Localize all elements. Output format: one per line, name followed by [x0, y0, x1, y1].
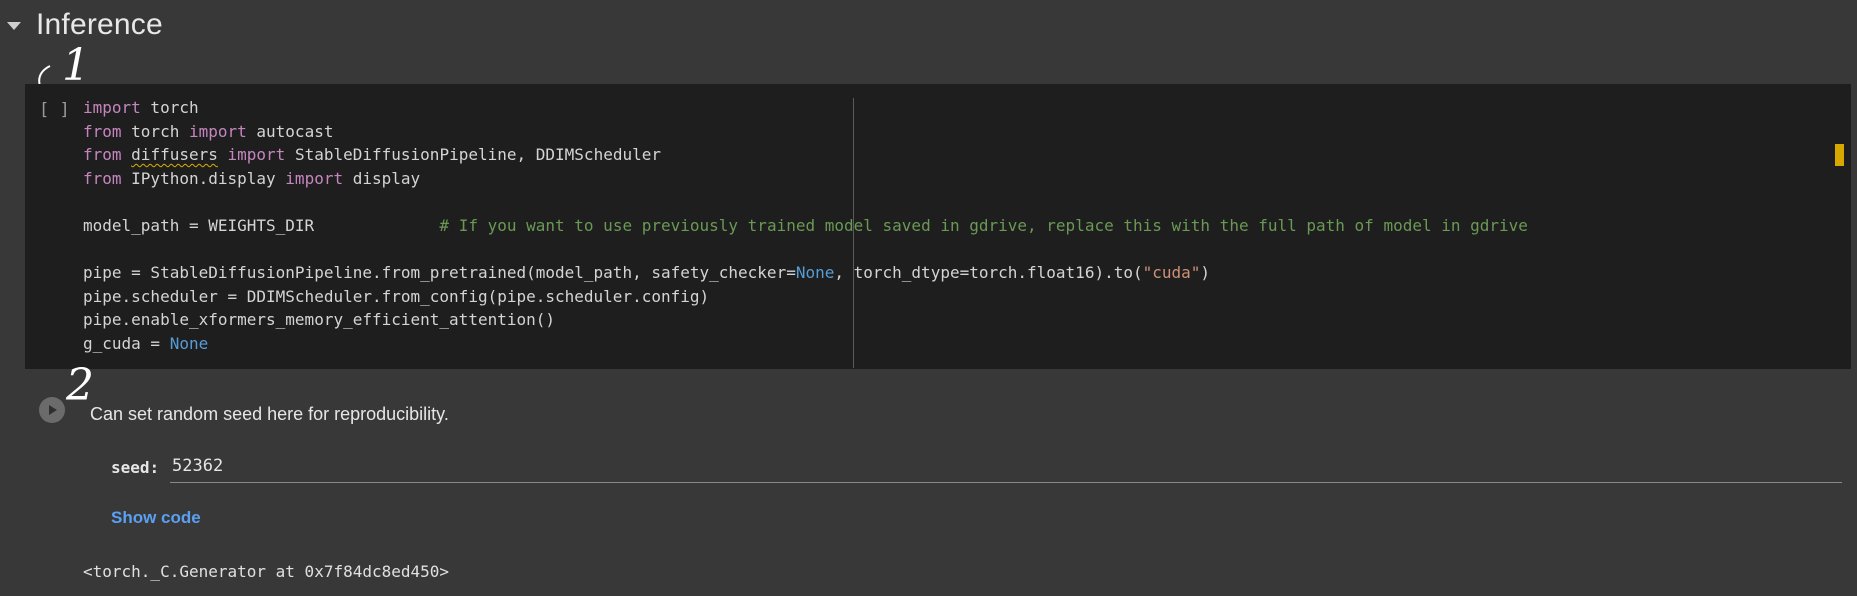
- code-token: ): [1200, 263, 1211, 283]
- code-token: , torch_dtype=torch.float16).to(: [834, 263, 1143, 283]
- code-line: pipe.scheduler = DDIMScheduler.from_conf…: [83, 285, 1823, 309]
- seed-input[interactable]: [170, 450, 1842, 483]
- code-token: diffusers: [131, 145, 218, 165]
- code-token: display: [343, 168, 421, 188]
- play-icon: [49, 405, 57, 415]
- run-cell-button[interactable]: [39, 397, 65, 423]
- code-token: # If you want to use previously trained …: [439, 215, 1528, 235]
- code-token: autocast: [246, 121, 334, 141]
- code-editor[interactable]: import torch from torch import autocast fr…: [83, 96, 1823, 366]
- code-token: pipe = StableDiffusionPipeline.from_pret…: [83, 263, 796, 283]
- form-cell: Can set random seed here for reproducibi…: [25, 390, 1851, 596]
- code-token: import: [188, 121, 247, 141]
- show-code-link[interactable]: Show code: [111, 508, 201, 528]
- code-token: torch: [121, 121, 189, 141]
- form-description: Can set random seed here for reproducibi…: [90, 404, 449, 424]
- seed-label: seed:: [111, 458, 160, 477]
- warning-marker: [1835, 144, 1844, 166]
- section-header: Inference: [0, 0, 1857, 52]
- code-token: pipe.enable_xformers_memory_efficient_at…: [83, 310, 556, 330]
- code-token: g_cuda =: [83, 333, 170, 353]
- code-token: from: [83, 168, 122, 188]
- code-token: StableDiffusionPipeline, DDIMScheduler: [285, 145, 661, 165]
- run-indicator[interactable]: [ ]: [39, 100, 70, 120]
- editor-ruler: [853, 98, 854, 368]
- cell-output: <torch._C.Generator at 0x7f84dc8ed450>: [83, 562, 450, 581]
- code-line: g_cuda = None: [83, 332, 1823, 356]
- code-line: pipe = StableDiffusionPipeline.from_pret…: [83, 261, 1823, 285]
- code-token: import: [83, 98, 141, 117]
- code-token: torch: [140, 98, 199, 117]
- code-token: None: [169, 333, 209, 353]
- code-token: "cuda": [1142, 263, 1201, 283]
- code-line: import torch: [83, 96, 1823, 120]
- code-token: None: [795, 263, 835, 283]
- code-line: pipe.enable_xformers_memory_efficient_at…: [83, 308, 1823, 332]
- code-token: import: [227, 145, 286, 165]
- code-line: from diffusers import StableDiffusionPip…: [83, 143, 1823, 167]
- code-token: pipe.scheduler = DDIMScheduler.from_conf…: [83, 286, 710, 306]
- code-token: model_path = WEIGHTS_DIR: [83, 215, 440, 235]
- code-token: from: [83, 121, 122, 141]
- code-line: from IPython.display import display: [83, 167, 1823, 191]
- code-token: import: [285, 168, 344, 188]
- code-token: IPython.display: [121, 168, 286, 188]
- code-line: from torch import autocast: [83, 120, 1823, 144]
- code-cell[interactable]: [ ] import torch from torch import autoca…: [25, 84, 1851, 369]
- section-title: Inference: [36, 8, 163, 41]
- code-line: model_path = WEIGHTS_DIR # If you want t…: [83, 214, 1823, 238]
- code-token: from: [83, 145, 122, 165]
- collapse-arrow-icon[interactable]: [7, 22, 21, 30]
